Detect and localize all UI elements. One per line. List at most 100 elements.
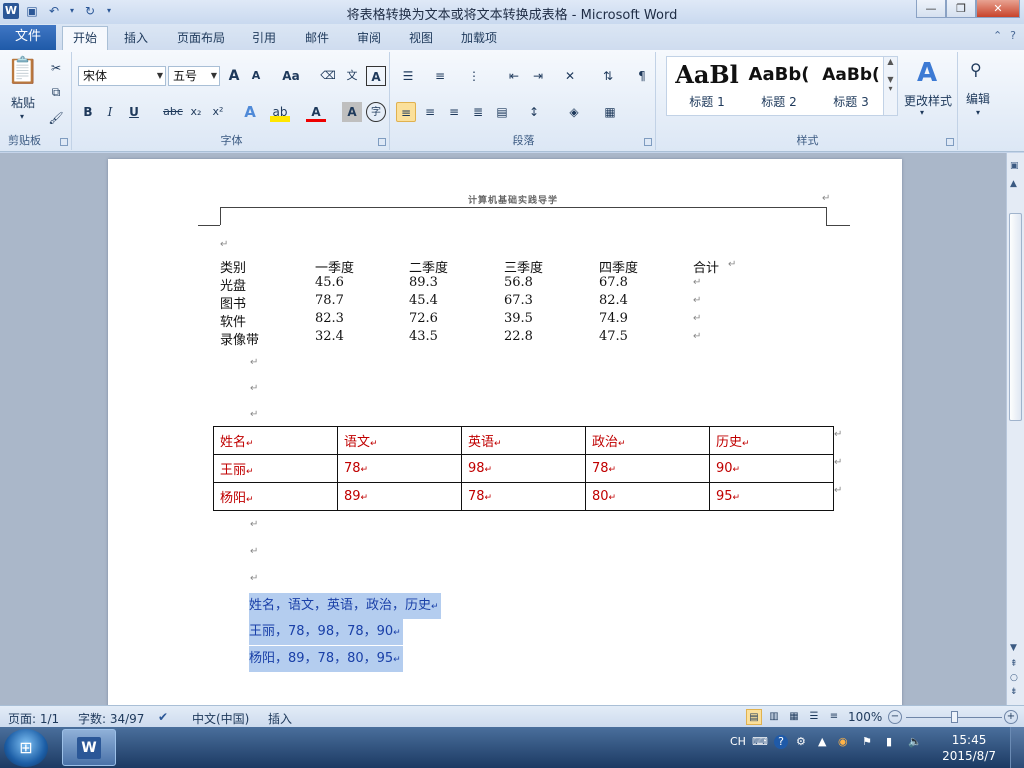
font-size-select[interactable]: 五号 ▼	[168, 66, 220, 86]
font-name-select[interactable]: 宋体 ▼	[78, 66, 166, 86]
sort-icon[interactable]: ⇅	[598, 66, 618, 86]
italic-button[interactable]: I	[100, 102, 120, 122]
styles-scroll[interactable]: ▲ ▼ ▾	[883, 57, 897, 115]
highlight-color-icon[interactable]: ab	[270, 102, 290, 122]
selected-text-line[interactable]: 王丽，78，98，78，90↵	[249, 619, 403, 645]
chinese-layout-icon[interactable]: ✕	[560, 66, 580, 86]
scroll-down-icon[interactable]: ▼	[1010, 643, 1017, 653]
paste-button[interactable]: 粘贴	[6, 94, 40, 111]
table-header-cell[interactable]: 政治↵	[585, 426, 710, 455]
options-tray-icon[interactable]: ⚙	[796, 735, 806, 748]
align-right-icon[interactable]: ≡	[444, 102, 464, 122]
character-shading-icon[interactable]: A	[342, 102, 362, 122]
format-painter-icon[interactable]: 🖌	[46, 108, 66, 128]
selected-text-line[interactable]: 姓名，语文，英语，政治，历史↵	[249, 593, 441, 619]
grow-font-button[interactable]: A	[224, 66, 244, 86]
print-layout-view-icon[interactable]: ▤	[746, 709, 762, 725]
bold-button[interactable]: B	[78, 102, 98, 122]
change-case-button[interactable]: Aa	[278, 66, 304, 86]
table-cell[interactable]: 78↵	[337, 454, 462, 483]
editing-dropdown-icon[interactable]: ▾	[976, 108, 980, 117]
tab-insert[interactable]: 插入	[124, 28, 148, 50]
font-color-icon[interactable]: A	[306, 102, 326, 122]
change-styles-button[interactable]: 更改样式	[900, 92, 956, 109]
strikethrough-button[interactable]: abc	[160, 102, 186, 122]
clear-format-icon[interactable]: ⌫	[318, 66, 338, 86]
enclose-characters-icon[interactable]: 字	[366, 102, 386, 122]
proofing-icon[interactable]: ✔	[158, 710, 168, 724]
help-tray-icon[interactable]: ?	[774, 735, 788, 749]
change-styles-icon[interactable]: A	[902, 58, 952, 88]
close-button[interactable]: ✕	[976, 0, 1020, 18]
action-center-icon[interactable]: ⚑	[862, 735, 872, 748]
paste-icon[interactable]: 📋	[6, 56, 40, 90]
tab-references[interactable]: 引用	[252, 28, 276, 50]
security-tray-icon[interactable]: ◉	[838, 735, 848, 748]
bullets-icon[interactable]: ☰	[398, 66, 418, 86]
help-icon[interactable]: ?	[1010, 29, 1016, 42]
minimize-button[interactable]: —	[916, 0, 946, 18]
table-cell[interactable]: 杨阳↵	[213, 482, 338, 511]
decrease-indent-icon[interactable]: ⇤	[504, 66, 524, 86]
selected-text-line[interactable]: 杨阳，89，78，80，95↵	[249, 646, 403, 672]
document-page[interactable]: 计算机基础实践导学 ↵ ↵ 类别 一季度 二季度 三季度 四季度 合计 ↵ 光盘…	[108, 159, 902, 705]
table-cell[interactable]: 95↵	[709, 482, 834, 511]
tab-addins[interactable]: 加载项	[461, 28, 497, 50]
style-heading-3[interactable]: AaBb( 标题 3	[815, 61, 887, 113]
style-heading-2[interactable]: AaBb( 标题 2	[743, 61, 815, 113]
shading-icon[interactable]: ◈	[564, 102, 584, 122]
show-desktop-button[interactable]	[1010, 727, 1024, 768]
superscript-button[interactable]: x²	[208, 102, 228, 122]
table-cell[interactable]: 80↵	[585, 482, 710, 511]
tab-mailings[interactable]: 邮件	[305, 28, 329, 50]
insert-mode-status[interactable]: 插入	[268, 710, 292, 727]
numbering-icon[interactable]: ≡	[430, 66, 450, 86]
styles-launcher-icon[interactable]	[946, 138, 954, 146]
character-border-icon[interactable]: A	[366, 66, 386, 86]
copy-icon[interactable]: ⧉	[46, 82, 66, 102]
ime-indicator[interactable]: CH	[730, 735, 746, 748]
paragraph-launcher-icon[interactable]	[644, 138, 652, 146]
change-styles-dropdown-icon[interactable]: ▾	[920, 108, 924, 117]
full-screen-reading-icon[interactable]: ▥	[766, 709, 782, 725]
next-page-icon[interactable]: ⇟	[1010, 687, 1018, 697]
tab-file[interactable]: 文件	[0, 25, 56, 50]
table-cell[interactable]: 89↵	[337, 482, 462, 511]
maximize-button[interactable]: ❐	[946, 0, 976, 18]
table-header-cell[interactable]: 英语↵	[461, 426, 586, 455]
network-icon[interactable]: ▮	[886, 735, 892, 748]
minimize-ribbon-icon[interactable]: ⌃	[993, 29, 1002, 42]
select-browse-object-icon[interactable]: ○	[1010, 673, 1018, 683]
clock[interactable]: 15:45 2015/8/7	[942, 732, 996, 764]
table-cell[interactable]: 98↵	[461, 454, 586, 483]
paste-dropdown-icon[interactable]: ▾	[20, 112, 24, 121]
borders-icon[interactable]: ▦	[600, 102, 620, 122]
start-button[interactable]: ⊞	[4, 729, 48, 767]
volume-icon[interactable]: 🔈	[908, 735, 922, 748]
shrink-font-button[interactable]: A	[246, 66, 266, 86]
table-header-cell[interactable]: 语文↵	[337, 426, 462, 455]
taskbar-word-button[interactable]: W	[62, 729, 116, 766]
underline-button[interactable]: U	[124, 102, 144, 122]
subscript-button[interactable]: x₂	[186, 102, 206, 122]
table-cell[interactable]: 78↵	[461, 482, 586, 511]
distributed-icon[interactable]: ▤	[492, 102, 512, 122]
vertical-scrollbar[interactable]: ▣ ▲ ▼ ⇞ ○ ⇟	[1006, 153, 1024, 705]
tab-review[interactable]: 审阅	[357, 28, 381, 50]
keyboard-icon[interactable]: ⌨	[752, 735, 768, 748]
table-cell[interactable]: 78↵	[585, 454, 710, 483]
phonetic-guide-icon[interactable]: 文	[342, 66, 362, 86]
table-header-cell[interactable]: 姓名↵	[213, 426, 338, 455]
scrollbar-thumb[interactable]	[1009, 213, 1022, 421]
tab-home[interactable]: 开始	[62, 26, 109, 50]
align-center-icon[interactable]: ≡	[420, 102, 440, 122]
tab-view[interactable]: 视图	[409, 28, 433, 50]
style-heading-1[interactable]: AaBl 标题 1	[671, 61, 743, 113]
table-cell[interactable]: 王丽↵	[213, 454, 338, 483]
ruler-toggle-icon[interactable]: ▣	[1010, 161, 1019, 171]
scroll-up-icon[interactable]: ▲	[1010, 179, 1017, 189]
line-spacing-icon[interactable]: ↕	[524, 102, 544, 122]
editing-button[interactable]: 编辑	[966, 90, 990, 107]
tab-page-layout[interactable]: 页面布局	[177, 28, 225, 50]
previous-page-icon[interactable]: ⇞	[1010, 659, 1018, 669]
